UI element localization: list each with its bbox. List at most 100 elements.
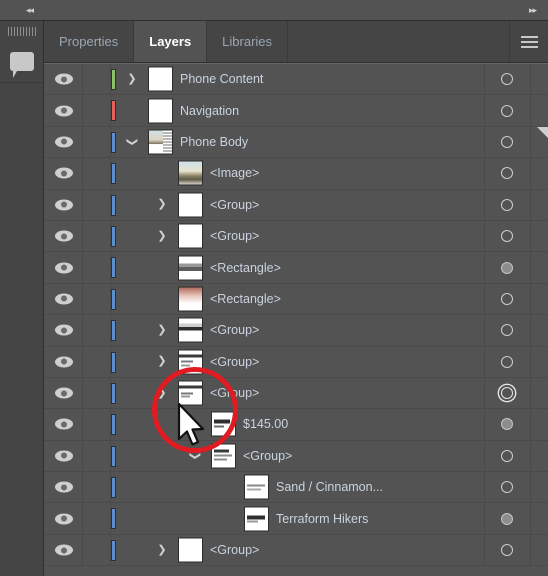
visibility-eye-icon[interactable] <box>55 387 73 399</box>
target-selection-circle[interactable] <box>501 324 513 337</box>
visibility-eye-icon[interactable] <box>55 105 73 117</box>
layer-name-label[interactable]: <Group> <box>210 386 259 400</box>
chevron-down-icon[interactable]: ❯ <box>189 450 202 462</box>
target-selection-circle[interactable] <box>501 512 513 525</box>
visibility-eye-icon[interactable] <box>55 199 73 211</box>
layer-color-bar <box>111 382 116 404</box>
layer-name-label[interactable]: Phone Body <box>180 135 248 149</box>
column-divider <box>530 377 531 409</box>
column-divider <box>530 158 531 189</box>
chevron-right-icon[interactable]: ❯ <box>156 356 168 368</box>
layer-row[interactable]: <Rectangle> <box>44 283 548 316</box>
visibility-eye-icon[interactable] <box>55 73 73 85</box>
double-chevron-left-icon[interactable]: ◂◂ <box>26 0 34 21</box>
tab-layers[interactable]: Layers <box>134 21 208 62</box>
layer-row[interactable]: ❯ <Group> <box>44 315 548 347</box>
target-selection-circle[interactable] <box>501 198 513 211</box>
visibility-eye-icon[interactable] <box>55 324 73 336</box>
target-selection-circle[interactable] <box>501 418 513 431</box>
visibility-eye-icon[interactable] <box>55 513 73 525</box>
column-divider <box>530 503 531 534</box>
target-selection-circle[interactable] <box>501 104 513 117</box>
column-divider <box>484 220 485 252</box>
double-chevron-right-icon[interactable]: ▸▸ <box>529 0 537 21</box>
column-divider <box>530 189 531 220</box>
target-selection-circle[interactable] <box>501 544 513 557</box>
target-selection-circle[interactable] <box>501 167 513 180</box>
layer-row[interactable]: ❯ <Group> <box>44 377 548 410</box>
layer-row[interactable]: ❯ <Group> <box>44 220 548 253</box>
tab-libraries[interactable]: Libraries <box>207 21 289 62</box>
visibility-eye-icon[interactable] <box>55 418 73 430</box>
chevron-right-icon[interactable]: ❯ <box>156 324 168 336</box>
visibility-eye-icon[interactable] <box>55 136 73 148</box>
layer-name-label[interactable]: <Group> <box>210 229 259 243</box>
layer-row[interactable]: ❯ Phone Content <box>44 64 548 96</box>
visibility-eye-icon[interactable] <box>55 167 73 179</box>
layer-thumbnail <box>178 349 203 375</box>
visibility-eye-icon[interactable] <box>55 293 73 305</box>
layer-row[interactable]: $145.00 <box>44 409 548 441</box>
layer-name-label[interactable]: <Rectangle> <box>210 292 281 306</box>
layer-row[interactable]: Sand / Cinnamon... <box>44 472 548 504</box>
visibility-eye-icon[interactable] <box>55 544 73 556</box>
layer-name-label[interactable]: <Image> <box>210 166 259 180</box>
panel-drag-grip[interactable] <box>8 27 36 36</box>
layer-row[interactable]: Terraform Hikers <box>44 503 548 535</box>
layer-row[interactable]: ❯ <Group> <box>44 534 548 567</box>
layer-row[interactable]: ❯ <Group> <box>44 189 548 221</box>
target-selection-circle[interactable] <box>501 449 513 462</box>
layer-color-bar <box>111 163 116 185</box>
layer-color-bar <box>111 131 116 153</box>
target-selection-circle[interactable] <box>501 135 513 148</box>
target-selection-circle[interactable] <box>501 292 513 305</box>
layer-row[interactable]: ❯ <Group> <box>44 440 548 473</box>
target-selection-circle[interactable] <box>501 261 513 274</box>
layer-row-list[interactable]: ❯ Phone Content Navigation ❯ Phone Body <Imag… <box>44 63 548 575</box>
target-selection-circle[interactable] <box>501 387 513 400</box>
visibility-eye-icon[interactable] <box>55 481 73 493</box>
layer-thumbnail <box>244 474 269 500</box>
column-divider <box>82 189 83 220</box>
target-selection-circle[interactable] <box>501 73 513 86</box>
hamburger-menu-icon[interactable] <box>510 21 548 62</box>
layer-name-label[interactable]: <Group> <box>210 198 259 212</box>
layer-name-label[interactable]: <Group> <box>243 449 292 463</box>
chevron-right-icon[interactable]: ❯ <box>156 199 168 211</box>
layer-name-label[interactable]: Phone Content <box>180 72 263 86</box>
layer-name-label[interactable]: Terraform Hikers <box>276 512 368 526</box>
layer-name-label[interactable]: <Group> <box>210 355 259 369</box>
chevron-right-icon[interactable]: ❯ <box>156 230 168 242</box>
chevron-down-icon[interactable]: ❯ <box>126 136 139 148</box>
chevron-right-icon[interactable]: ❯ <box>126 73 138 85</box>
column-divider <box>484 346 485 377</box>
layer-row[interactable]: <Rectangle> <box>44 252 548 284</box>
column-divider <box>484 377 485 409</box>
chevron-right-icon[interactable]: ❯ <box>156 544 168 556</box>
layer-row[interactable]: <Image> <box>44 158 548 190</box>
visibility-eye-icon[interactable] <box>55 356 73 368</box>
layer-row[interactable]: Navigation <box>44 95 548 127</box>
visibility-eye-icon[interactable] <box>55 230 73 242</box>
column-divider <box>484 252 485 283</box>
layer-color-bar <box>111 539 116 561</box>
layer-row[interactable]: ❯ <Group> <box>44 346 548 378</box>
tab-properties[interactable]: Properties <box>44 21 135 62</box>
layer-name-label[interactable]: <Group> <box>210 323 259 337</box>
visibility-eye-icon[interactable] <box>55 262 73 274</box>
layer-name-label[interactable]: Navigation <box>180 104 239 118</box>
layer-color-bar <box>111 257 116 279</box>
layer-name-label[interactable]: Sand / Cinnamon... <box>276 480 383 494</box>
target-selection-circle[interactable] <box>501 481 513 494</box>
visibility-eye-icon[interactable] <box>55 450 73 462</box>
comment-panel-button[interactable] <box>0 40 43 83</box>
layer-row[interactable]: ❯ Phone Body <box>44 126 548 159</box>
layer-name-label[interactable]: <Group> <box>210 543 259 557</box>
chevron-right-icon[interactable]: ❯ <box>156 387 168 399</box>
layer-color-bar <box>111 194 116 216</box>
layer-name-label[interactable]: $145.00 <box>243 417 288 431</box>
target-selection-circle[interactable] <box>501 230 513 243</box>
layer-name-label[interactable]: <Rectangle> <box>210 261 281 275</box>
target-selection-circle[interactable] <box>501 355 513 368</box>
column-divider <box>82 158 83 189</box>
